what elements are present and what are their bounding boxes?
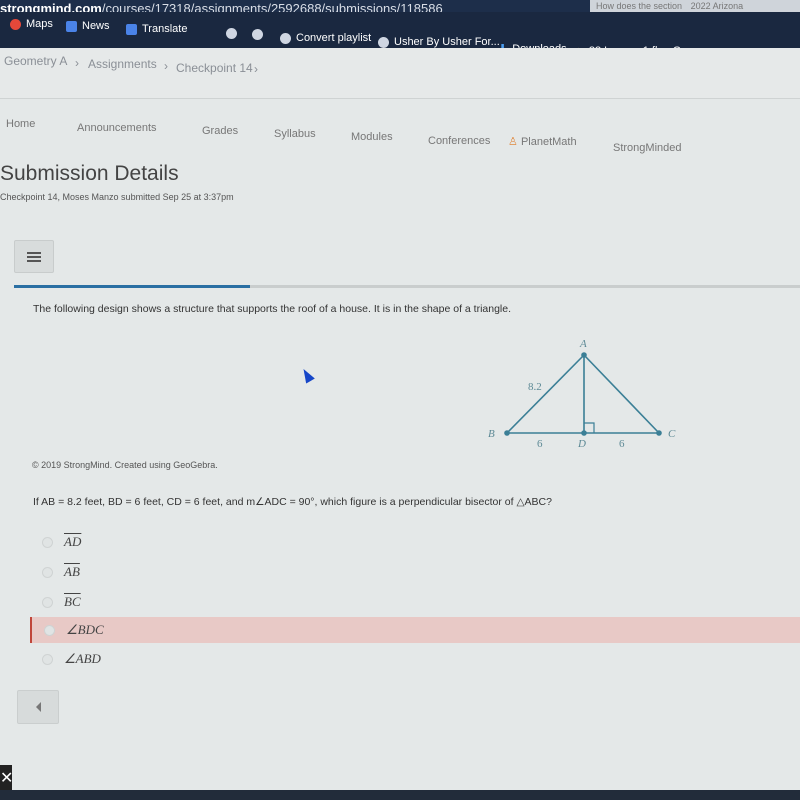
breadcrumb-separator: › — [164, 59, 168, 73]
chevron-left-icon — [35, 702, 41, 712]
mouse-cursor-icon — [299, 366, 315, 384]
choice-label: ∠BDC — [66, 622, 104, 637]
label-a: A — [579, 338, 587, 350]
figure-credit: © 2019 StrongMind. Created using GeoGebr… — [32, 460, 218, 470]
nav-home[interactable]: Home — [6, 118, 35, 130]
point-a — [581, 352, 587, 358]
breadcrumb-separator: › — [254, 62, 258, 76]
translate-icon — [126, 23, 137, 35]
choice-label: BC — [64, 594, 81, 609]
breadcrumb-separator: › — [75, 56, 79, 70]
question-menu-button[interactable] — [14, 240, 54, 273]
news-icon — [66, 20, 77, 32]
question-text: If AB = 8.2 feet, BD = 6 feet, CD = 6 fe… — [33, 496, 552, 508]
choice-angle-bdc[interactable]: ∠BDC — [30, 617, 800, 643]
bookmark-globe-2[interactable] — [252, 29, 263, 40]
hamburger-icon — [27, 251, 41, 262]
bookmark-translate[interactable]: Translate — [126, 23, 187, 35]
page-title: Submission Details — [0, 162, 179, 185]
bookmark-news[interactable]: News — [66, 20, 110, 32]
bookmark-usher[interactable]: Usher By Usher For... — [378, 36, 500, 48]
point-b — [504, 430, 510, 436]
rocket-icon: ♙ — [508, 136, 518, 148]
label-bd-length: 6 — [537, 438, 543, 450]
nav-grades[interactable]: Grades — [202, 125, 238, 137]
globe-icon — [252, 29, 263, 40]
globe-icon — [280, 32, 291, 44]
breadcrumb-checkpoint[interactable]: Checkpoint 14 — [176, 61, 253, 75]
choice-ad[interactable]: AD — [30, 529, 800, 555]
label-dc-length: 6 — [619, 438, 625, 450]
nav-conferences[interactable]: Conferences — [428, 135, 490, 147]
radio-button[interactable] — [42, 536, 53, 548]
label-b: B — [488, 428, 495, 440]
map-pin-icon — [10, 18, 21, 30]
label-ab-length: 8.2 — [528, 381, 542, 393]
label-c: C — [668, 428, 676, 440]
breadcrumb-assignments[interactable]: Assignments — [88, 57, 157, 71]
progress-fill — [14, 285, 250, 288]
point-c — [656, 430, 662, 436]
bookmark-globe-1[interactable] — [226, 28, 237, 39]
globe-icon — [378, 36, 389, 48]
page-subtitle: Checkpoint 14, Moses Manzo submitted Sep… — [0, 192, 234, 202]
choice-label: ∠ABD — [64, 651, 101, 666]
choice-label: AD — [64, 534, 82, 549]
point-d — [581, 430, 587, 436]
tab-arizona[interactable]: 2022 Arizona — [691, 1, 744, 11]
bookmark-convert-playlist[interactable]: Convert playlist — [280, 32, 371, 44]
nav-announcements[interactable]: Announcements — [77, 122, 157, 134]
bookmark-maps[interactable]: Maps — [10, 18, 53, 30]
previous-question-button[interactable] — [17, 690, 59, 724]
radio-button[interactable] — [42, 653, 53, 665]
choice-angle-abd[interactable]: ∠ABD — [30, 646, 800, 672]
radio-button[interactable] — [42, 596, 53, 608]
tab-strip[interactable]: How does the section 2022 Arizona — [590, 0, 800, 12]
choice-bc[interactable]: BC — [30, 589, 800, 615]
taskbar — [0, 790, 800, 800]
nav-syllabus[interactable]: Syllabus — [274, 128, 316, 140]
nav-modules[interactable]: Modules — [351, 131, 393, 143]
breadcrumb-geometry-a[interactable]: Geometry A — [4, 54, 67, 68]
radio-button[interactable] — [42, 566, 53, 578]
nav-strongminded[interactable]: StrongMinded — [613, 142, 682, 154]
quiz-progress-bar — [14, 285, 800, 288]
triangle-figure: A B C D 8.2 6 6 — [488, 338, 676, 450]
segment-ab — [506, 354, 585, 434]
choice-ab[interactable]: AB — [30, 559, 800, 585]
radio-button[interactable] — [44, 624, 55, 636]
choice-label: AB — [64, 564, 80, 579]
globe-icon — [226, 28, 237, 39]
segment-ac — [583, 354, 660, 434]
breadcrumb: Geometry A › Assignments › Checkpoint 14… — [0, 48, 800, 99]
nav-planetmath[interactable]: ♙ PlanetMath — [508, 135, 577, 148]
close-icon[interactable]: ✕ — [0, 765, 13, 793]
tab-google[interactable]: How does the section — [596, 1, 682, 11]
label-d: D — [577, 438, 586, 450]
question-prompt: The following design shows a structure t… — [33, 303, 512, 315]
